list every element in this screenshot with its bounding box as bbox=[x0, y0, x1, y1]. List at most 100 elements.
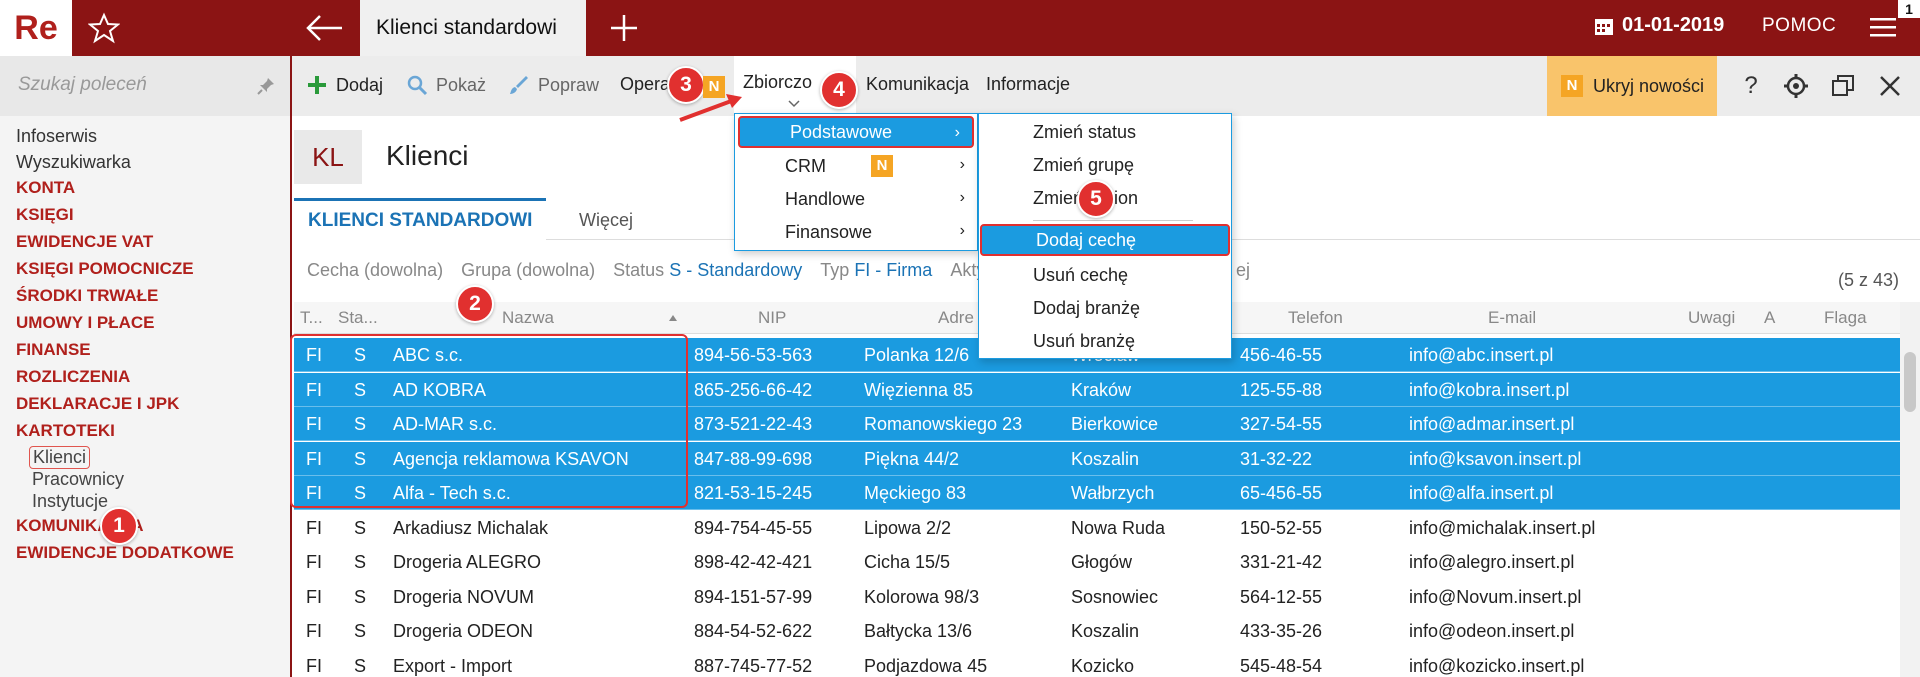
col-name[interactable]: Nazwa bbox=[502, 308, 554, 328]
scroll-thumb[interactable] bbox=[1904, 352, 1916, 412]
working-date[interactable]: 01-01-2019 bbox=[1594, 14, 1724, 37]
cell-status: S bbox=[354, 655, 367, 676]
col-address[interactable]: Adre bbox=[938, 308, 974, 328]
tab-klienci-standardowi-list[interactable]: KLIENCI STANDARDOWI bbox=[294, 198, 547, 240]
tab-more[interactable]: Więcej bbox=[579, 210, 633, 231]
command-search[interactable]: Szukaj poleceń bbox=[0, 56, 290, 116]
col-status[interactable]: Sta... bbox=[338, 308, 378, 328]
chevron-down-icon bbox=[788, 100, 800, 108]
restore-window-icon[interactable] bbox=[1829, 72, 1857, 100]
sidebar-item-ksiegi[interactable]: KSIĘGI bbox=[16, 205, 74, 225]
brush-icon bbox=[510, 76, 528, 94]
close-icon[interactable] bbox=[1876, 72, 1904, 100]
filter-status[interactable]: Status S - Standardowy bbox=[613, 260, 802, 281]
new-tab-plus-icon[interactable] bbox=[608, 12, 640, 44]
cell-nip: 894-754-45-55 bbox=[694, 517, 813, 538]
cell-type: FI bbox=[306, 621, 322, 641]
menu-item-remove-industry[interactable]: Usuń branżę bbox=[979, 325, 1231, 357]
cell-phone: 564-12-55 bbox=[1240, 586, 1323, 607]
cell-phone: 545-48-54 bbox=[1240, 655, 1323, 676]
step-marker-4: 4 bbox=[820, 71, 858, 109]
sidebar-item-umowy-i-place[interactable]: UMOWY I PŁACE bbox=[16, 313, 155, 333]
cell-status: S bbox=[354, 586, 367, 607]
col-email[interactable]: E-mail bbox=[1488, 308, 1536, 328]
date-value: 01-01-2019 bbox=[1622, 14, 1725, 36]
chevron-right-icon: › bbox=[959, 156, 965, 173]
help-link[interactable]: POMOC bbox=[1762, 15, 1836, 37]
menu-item-remove-feature[interactable]: Usuń cechę bbox=[979, 259, 1231, 291]
menu-item-add-feature[interactable]: Dodaj cechę bbox=[980, 224, 1230, 256]
edit-button[interactable]: Popraw bbox=[508, 74, 599, 96]
sidebar-item-ewidencje-dodatkowe[interactable]: EWIDENCJE DODATKOWE bbox=[16, 543, 234, 563]
table-row[interactable]: FI S Drogeria ODEON 884-54-52-622 Bałtycka 1… bbox=[294, 614, 1900, 648]
show-button[interactable]: Pokaż bbox=[406, 74, 486, 96]
menu-hamburger-icon[interactable] bbox=[1870, 16, 1896, 38]
communication-button[interactable]: Komunikacja bbox=[866, 74, 969, 95]
menu-item-change-status[interactable]: Zmień status bbox=[979, 116, 1231, 148]
sidebar-item-ksiegi-pomocnicze[interactable]: KSIĘGI POMOCNICZE bbox=[16, 259, 194, 279]
cell-email: info@Novum.insert.pl bbox=[1409, 586, 1582, 607]
cell-email: info@admar.insert.pl bbox=[1409, 414, 1575, 434]
chevron-right-icon: › bbox=[954, 124, 960, 141]
cell-nip: 865-256-66-42 bbox=[694, 379, 813, 400]
sidebar-item-ewidencje-vat[interactable]: EWIDENCJE VAT bbox=[16, 232, 153, 252]
sidebar-item-srodki-trwale[interactable]: ŚRODKI TRWAŁE bbox=[16, 286, 158, 306]
gear-icon[interactable] bbox=[1782, 72, 1810, 100]
hide-news-button[interactable]: N Ukryj nowości bbox=[1547, 56, 1717, 116]
sidebar-item-rozliczenia[interactable]: ROZLICZENIA bbox=[16, 367, 130, 387]
col-a[interactable]: A bbox=[1764, 308, 1775, 328]
table-row[interactable]: FI S Export - Import 887-745-77-52 Podjazdow… bbox=[294, 649, 1900, 677]
new-badge: N bbox=[1561, 75, 1583, 97]
table-row[interactable]: FI S Drogeria ALEGRO 898-42-42-421 Cicha 15/… bbox=[294, 545, 1900, 579]
sidebar-item-deklaracje[interactable]: DEKLARACJE I JPK bbox=[16, 394, 179, 414]
sidebar-item-kartoteki[interactable]: KARTOTEKI bbox=[16, 421, 115, 441]
action-toolbar: Dodaj Pokaż Popraw Operacje Zbiorczo Kom… bbox=[292, 56, 1920, 116]
col-nip[interactable]: NIP bbox=[758, 308, 786, 328]
sort-ascending-icon bbox=[669, 315, 677, 321]
plus-icon bbox=[308, 76, 326, 94]
sidebar-item-instytucje[interactable]: Instytucje bbox=[32, 491, 108, 512]
filter-type[interactable]: Typ FI - Firma bbox=[820, 260, 932, 281]
collective-button[interactable]: Zbiorczo bbox=[743, 72, 812, 93]
sidebar-item-finanse[interactable]: FINANSE bbox=[16, 340, 91, 360]
menu-item-add-industry[interactable]: Dodaj branżę bbox=[979, 292, 1231, 324]
vertical-scrollbar[interactable] bbox=[1900, 302, 1920, 677]
menu-item-change-group[interactable]: Zmień grupę bbox=[979, 149, 1231, 181]
sidebar-item-konta[interactable]: KONTA bbox=[16, 178, 75, 198]
sidebar-item-pracownicy[interactable]: Pracownicy bbox=[32, 469, 124, 490]
menu-item-podstawowe[interactable]: Podstawowe › bbox=[738, 116, 974, 148]
filter-feature[interactable]: Cecha (dowolna) bbox=[307, 260, 443, 281]
table-row[interactable]: FI S Arkadiusz Michalak 894-754-45-55 Lipowa… bbox=[294, 511, 1900, 545]
app-logo[interactable]: Re bbox=[0, 0, 72, 56]
cell-phone: 327-54-55 bbox=[1240, 414, 1323, 434]
search-placeholder: Szukaj poleceń bbox=[18, 74, 147, 95]
cell-status: S bbox=[354, 552, 367, 572]
cell-address: Bałtycka 13/6 bbox=[864, 621, 973, 641]
sidebar-item-wyszukiwarka[interactable]: Wyszukiwarka bbox=[16, 152, 131, 173]
help-question-icon[interactable]: ? bbox=[1737, 72, 1765, 100]
cell-email: info@odeon.insert.pl bbox=[1409, 621, 1575, 641]
cell-type: FI bbox=[306, 517, 322, 538]
tab-klienci-standardowi[interactable]: Klienci standardowi bbox=[360, 0, 586, 56]
menu-item-handlowe[interactable]: Handlowe › bbox=[735, 183, 977, 215]
cell-email: info@abc.insert.pl bbox=[1409, 345, 1554, 365]
menu-item-finansowe[interactable]: Finansowe › bbox=[735, 216, 977, 248]
information-button[interactable]: Informacje bbox=[986, 74, 1070, 95]
add-button[interactable]: Dodaj bbox=[306, 74, 383, 96]
col-notes[interactable]: Uwagi bbox=[1688, 308, 1735, 328]
menu-item-crm[interactable]: CRM N › bbox=[735, 150, 977, 182]
back-arrow-icon[interactable] bbox=[304, 12, 344, 44]
table-row[interactable]: FI S Drogeria NOVUM 894-151-57-99 Kolorowa 9… bbox=[294, 580, 1900, 614]
sidebar-item-infoserwis[interactable]: Infoserwis bbox=[16, 126, 97, 147]
favorites-star-icon[interactable] bbox=[88, 12, 120, 44]
col-flag[interactable]: Flaga bbox=[1824, 308, 1867, 328]
cell-city: Wałbrzych bbox=[1071, 483, 1155, 503]
col-type[interactable]: T... bbox=[300, 308, 323, 328]
cell-address: Lipowa 2/2 bbox=[864, 517, 952, 538]
cell-name: Arkadiusz Michalak bbox=[393, 517, 549, 538]
pin-icon[interactable] bbox=[256, 76, 276, 96]
cell-address: Cicha 15/5 bbox=[864, 552, 951, 572]
col-phone[interactable]: Telefon bbox=[1288, 308, 1343, 328]
sidebar-item-klienci[interactable]: Klienci bbox=[29, 446, 91, 469]
filter-group[interactable]: Grupa (dowolna) bbox=[461, 260, 595, 281]
